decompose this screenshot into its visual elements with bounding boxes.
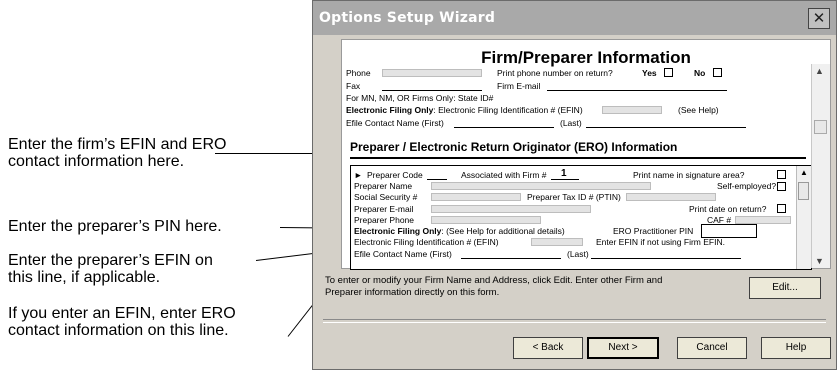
- button-divider: [323, 319, 826, 323]
- fax-label: Fax: [346, 81, 361, 91]
- callout-preparer-efin-line2: this line, if applicable.: [8, 269, 161, 286]
- associated-firm-number[interactable]: 1: [561, 169, 567, 179]
- ero-contact-last-field[interactable]: [591, 258, 741, 259]
- fax-field[interactable]: [382, 90, 482, 91]
- firm-efs-rest: : Electronic Filing Identification # (EF…: [433, 105, 583, 115]
- no-label: No: [694, 68, 706, 78]
- title-bar: Options Setup Wizard ✕: [313, 1, 836, 35]
- page-scroll-up-icon[interactable]: ▲: [815, 66, 824, 76]
- callout-firm-efin: Enter the firm’s EFIN and ERO contact in…: [8, 136, 226, 170]
- callout-firm-efin-line1: Enter the firm’s EFIN and ERO: [8, 136, 227, 153]
- preparer-list[interactable]: ► Preparer Code Associated with Firm # 1…: [350, 165, 812, 270]
- preparer-name-field[interactable]: [431, 182, 651, 190]
- ero-efs-bold: Electronic Filing Only: [354, 226, 442, 236]
- callout-preparer-efin: Enter the preparer’s EFIN on this line, …: [8, 252, 213, 286]
- associated-label: Associated with Firm #: [461, 170, 547, 180]
- ero-contact-first-label: Efile Contact Name (First): [354, 249, 452, 259]
- callout-preparer-efin-line1: Enter the preparer’s EFIN on: [8, 252, 213, 269]
- inner-scroll-thumb[interactable]: [798, 182, 809, 200]
- info-message: To enter or modify your Firm Name and Ad…: [325, 275, 663, 298]
- firm-contact-first-field[interactable]: [454, 127, 554, 128]
- state-id-label: For MN, NM, OR Firms Only: State ID#: [346, 93, 494, 103]
- help-button[interactable]: Help: [761, 337, 831, 359]
- wizard-page: Firm/Preparer Information Phone Print ph…: [341, 39, 831, 270]
- preparer-name-label: Preparer Name: [354, 181, 413, 191]
- page-scroll-thumb[interactable]: [814, 120, 827, 134]
- ero-efs-label: Electronic Filing Only: (See Help for ad…: [354, 226, 565, 236]
- callout-firm-efin-line2: contact information here.: [8, 153, 185, 170]
- firm-efs-label: Electronic Filing Only: Electronic Filin…: [346, 105, 583, 115]
- caf-field[interactable]: [735, 216, 791, 224]
- ero-section-separator: [350, 157, 806, 159]
- next-button[interactable]: Next >: [587, 337, 659, 359]
- print-name-label: Print name in signature area?: [633, 170, 745, 180]
- firm-contact-first-label: Efile Contact Name (First): [346, 118, 444, 128]
- ero-contact-last-label: (Last): [567, 249, 589, 259]
- phone-label: Phone: [346, 68, 371, 78]
- page-scrollbar[interactable]: ▲ ▼: [811, 64, 830, 268]
- print-phone-label: Print phone number on return?: [497, 68, 613, 78]
- firm-contact-last-label: (Last): [560, 118, 582, 128]
- callout-ero-contact-line1: If you enter an EFIN, enter ERO: [8, 305, 236, 322]
- ptin-label: Preparer Tax ID # (PTIN): [527, 192, 621, 202]
- page-title: Firm/Preparer Information: [481, 48, 691, 67]
- ero-pin-label: ERO Practitioner PIN: [613, 226, 694, 236]
- ero-pin-field[interactable]: [701, 224, 757, 238]
- ssn-field[interactable]: [431, 193, 521, 201]
- print-date-label: Print date on return?: [689, 204, 767, 214]
- options-setup-wizard-window: Options Setup Wizard ✕ Firm/Preparer Inf…: [312, 0, 837, 370]
- callout-preparer-pin-line1: Enter the preparer’s PIN here.: [8, 218, 222, 235]
- firm-see-help: (See Help): [678, 105, 719, 115]
- window-title: Options Setup Wizard: [319, 10, 496, 26]
- ero-section-title: Preparer / Electronic Return Originator …: [350, 140, 678, 154]
- firm-efs-bold: Electronic Filing Only: [346, 105, 434, 115]
- print-phone-yes-checkbox[interactable]: [664, 68, 673, 77]
- preparer-email-label: Preparer E-mail: [354, 204, 414, 214]
- firm-email-label: Firm E-mail: [497, 81, 541, 91]
- ptin-field[interactable]: [626, 193, 716, 201]
- print-phone-no-checkbox[interactable]: [713, 68, 722, 77]
- back-button[interactable]: < Back: [513, 337, 583, 359]
- efin-note: Enter EFIN if not using Firm EFIN.: [596, 237, 725, 247]
- close-icon[interactable]: ✕: [808, 7, 830, 29]
- preparer-code-field[interactable]: [427, 179, 447, 180]
- preparer-code-label: Preparer Code: [367, 170, 423, 180]
- ssn-label: Social Security #: [354, 192, 418, 202]
- ero-contact-first-field[interactable]: [461, 258, 561, 259]
- print-date-checkbox[interactable]: [777, 204, 786, 213]
- self-employed-label: Self-employed?: [717, 181, 777, 191]
- inner-scrollbar[interactable]: ▲: [796, 166, 811, 269]
- callout-ero-contact-line2: contact information on this line.: [8, 322, 229, 339]
- ero-efs-rest: : (See Help for additional details): [441, 226, 565, 236]
- self-employed-checkbox[interactable]: [777, 182, 786, 191]
- preparer-pointer: ►: [354, 170, 363, 180]
- efin-line-label: Electronic Filing Identification # (EFIN…: [354, 237, 499, 247]
- yes-label: Yes: [642, 68, 657, 78]
- print-name-checkbox[interactable]: [777, 170, 786, 179]
- phone-field[interactable]: [382, 69, 482, 77]
- page-scroll-down-icon[interactable]: ▼: [815, 256, 824, 266]
- firm-email-field[interactable]: [547, 90, 727, 91]
- preparer-phone-label: Preparer Phone: [354, 215, 415, 225]
- preparer-phone-field[interactable]: [431, 216, 541, 224]
- callout-preparer-pin: Enter the preparer’s PIN here.: [8, 218, 222, 235]
- associated-firm-underline: [551, 179, 579, 180]
- firm-efin-field[interactable]: [602, 106, 662, 114]
- callout-ero-contact: If you enter an EFIN, enter ERO contact …: [8, 305, 236, 339]
- firm-contact-last-field[interactable]: [586, 127, 746, 128]
- edit-button[interactable]: Edit...: [749, 277, 821, 299]
- preparer-efin-field[interactable]: [531, 238, 583, 246]
- cancel-button[interactable]: Cancel: [677, 337, 747, 359]
- info-panel: To enter or modify your Firm Name and Ad…: [321, 271, 829, 307]
- scroll-up-icon[interactable]: ▲: [800, 168, 808, 177]
- preparer-email-field[interactable]: [431, 205, 591, 213]
